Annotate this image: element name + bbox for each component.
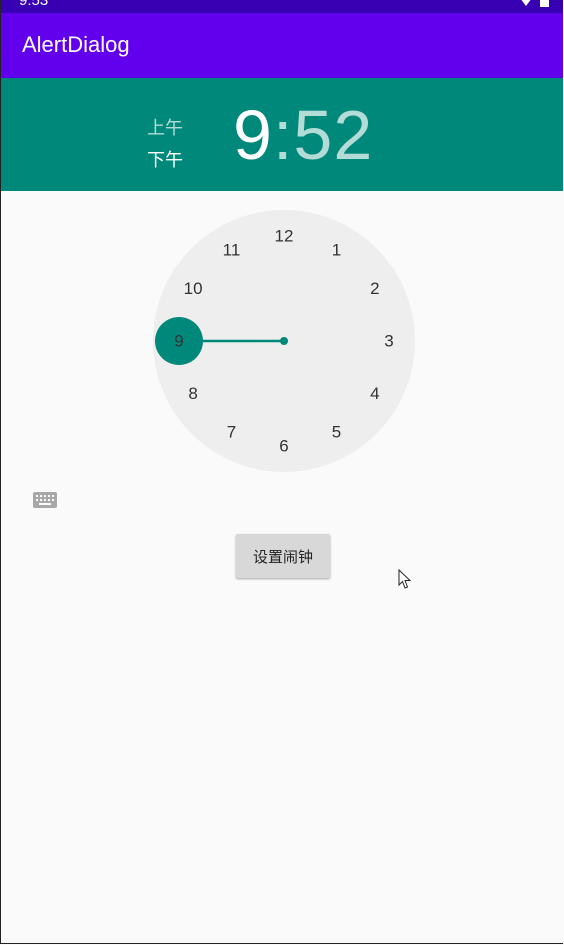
time-picker-header: 上午 下午 9:52 (1, 78, 563, 191)
app-bar: AlertDialog (1, 13, 563, 78)
time-display: 9:52 (233, 100, 373, 170)
clock-number-2[interactable]: 2 (370, 279, 379, 298)
clock-number-10[interactable]: 10 (184, 279, 203, 298)
clock-number-12[interactable]: 12 (275, 227, 294, 246)
app-window: 9:53 AlertDialog 上午 下午 9:52 12 1 2 3 4 5 6 7 8 9 1… (0, 0, 563, 944)
status-bar: 9:53 (1, 0, 563, 13)
wifi-icon (520, 0, 532, 6)
clock-number-11[interactable]: 11 (223, 241, 241, 260)
clock-number-1[interactable]: 1 (332, 241, 341, 260)
clock-center-dot (280, 337, 288, 345)
hour-display[interactable]: 9 (233, 96, 273, 174)
minute-display[interactable]: 52 (293, 96, 373, 174)
clock-number-3[interactable]: 3 (384, 332, 393, 351)
clock-number-8[interactable]: 8 (188, 384, 197, 403)
battery-icon (540, 0, 549, 7)
am-option[interactable]: 上午 (147, 114, 183, 140)
clock-number-4[interactable]: 4 (370, 384, 379, 403)
status-icons (520, 0, 549, 7)
set-alarm-button[interactable]: 设置闹钟 (236, 534, 330, 578)
clock-number-5[interactable]: 5 (332, 422, 341, 441)
mouse-cursor-icon (398, 569, 412, 589)
keyboard-icon[interactable] (33, 491, 57, 509)
time-separator: : (272, 96, 294, 174)
clock-number-9[interactable]: 9 (174, 332, 183, 351)
am-pm-selector: 上午 下午 (147, 114, 183, 172)
clock-number-6[interactable]: 6 (279, 437, 288, 456)
status-time: 9:53 (19, 0, 49, 9)
clock-dial[interactable]: 121234567891011 (151, 208, 417, 474)
app-title: AlertDialog (22, 32, 130, 57)
clock-number-7[interactable]: 7 (227, 422, 236, 441)
pm-option[interactable]: 下午 (147, 146, 183, 172)
